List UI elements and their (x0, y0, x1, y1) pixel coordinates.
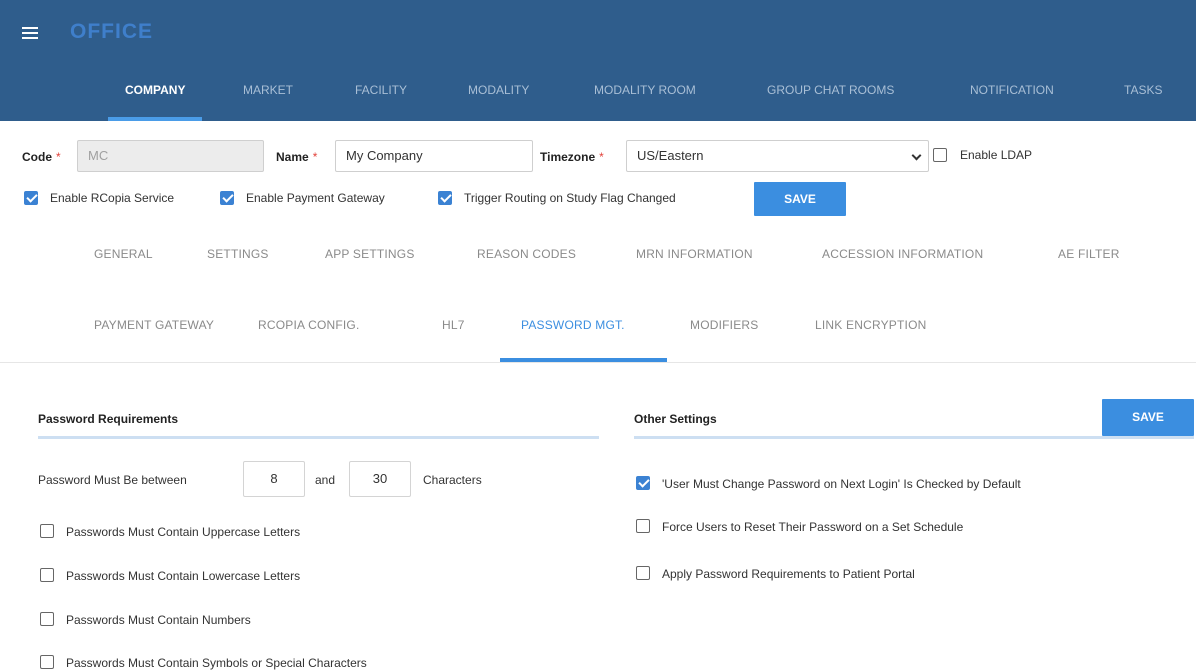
numbers-checkbox[interactable] (40, 612, 54, 626)
subtab-modifiers[interactable]: MODIFIERS (690, 318, 758, 332)
uppercase-checkbox[interactable] (40, 524, 54, 538)
enable-ldap-checkbox[interactable] (933, 148, 947, 162)
subtab-divider (0, 362, 1196, 363)
enable-payment-gateway-checkbox[interactable] (220, 191, 234, 205)
length-and-text: and (315, 473, 336, 487)
tab-market[interactable]: MARKET (243, 76, 293, 121)
lowercase-label: Passwords Must Contain Lowercase Letters (66, 569, 301, 583)
symbols-checkbox[interactable] (40, 655, 54, 669)
tab-company[interactable]: COMPANY (107, 76, 204, 121)
code-label: Code * (22, 150, 61, 164)
lowercase-checkbox[interactable] (40, 568, 54, 582)
min-length-input[interactable]: 8 (243, 461, 305, 497)
subtab-reason-codes[interactable]: REASON CODES (477, 247, 576, 261)
subtab-ae-filter[interactable]: AE FILTER (1058, 247, 1120, 261)
subtab-general[interactable]: GENERAL (94, 247, 153, 261)
subtab-rcopia-config[interactable]: RCOPIA CONFIG. (258, 318, 359, 332)
top-navigation-bar: OFFICE COMPANY MARKET FACILITY MODALITY … (0, 0, 1196, 121)
password-settings-save-button[interactable]: SAVE (1102, 399, 1194, 436)
trigger-routing-label: Trigger Routing on Study Flag Changed (464, 191, 676, 205)
enable-rcopia-checkbox[interactable] (24, 191, 38, 205)
hamburger-menu-icon[interactable] (22, 27, 38, 39)
trigger-routing-checkbox[interactable] (438, 191, 452, 205)
subtab-password-mgt[interactable]: PASSWORD MGT. (521, 318, 625, 332)
subtab-link-encryption[interactable]: LINK ENCRYPTION (815, 318, 926, 332)
enable-payment-gateway-label: Enable Payment Gateway (246, 191, 385, 205)
enable-rcopia-label: Enable RCopia Service (50, 191, 175, 205)
name-label: Name * (276, 150, 318, 164)
tab-notification[interactable]: NOTIFICATION (970, 76, 1054, 121)
numbers-label: Passwords Must Contain Numbers (66, 613, 251, 627)
timezone-select[interactable]: US/Eastern (626, 140, 929, 172)
timezone-value: US/Eastern (637, 148, 704, 163)
subtab-settings[interactable]: SETTINGS (207, 247, 269, 261)
tab-facility[interactable]: FACILITY (355, 76, 407, 121)
other-settings-title: Other Settings (634, 412, 717, 426)
max-length-input[interactable]: 30 (349, 461, 411, 497)
symbols-label: Passwords Must Contain Symbols or Specia… (66, 656, 367, 670)
company-save-button[interactable]: SAVE (754, 182, 846, 216)
tab-group-chat-rooms[interactable]: GROUP CHAT ROOMS (767, 76, 894, 121)
subtab-mrn-information[interactable]: MRN INFORMATION (636, 247, 753, 261)
patient-portal-label: Apply Password Requirements to Patient P… (662, 567, 915, 581)
password-requirements-rule (38, 436, 599, 439)
enable-ldap-label: Enable LDAP (960, 148, 1033, 162)
subtab-app-settings[interactable]: APP SETTINGS (325, 247, 415, 261)
main-tabs: COMPANY MARKET FACILITY MODALITY MODALIT… (0, 76, 1196, 121)
tab-modality-room[interactable]: MODALITY ROOM (594, 76, 696, 121)
force-reset-label: Force Users to Reset Their Password on a… (662, 520, 964, 534)
subtab-accession-information[interactable]: ACCESSION INFORMATION (822, 247, 983, 261)
subtab-payment-gateway[interactable]: PAYMENT GATEWAY (94, 318, 214, 332)
change-password-default-label: 'User Must Change Password on Next Login… (662, 477, 1021, 491)
timezone-label: Timezone * (540, 150, 604, 164)
other-settings-rule (634, 436, 1194, 439)
chevron-down-icon (911, 150, 922, 161)
uppercase-label: Passwords Must Contain Uppercase Letters (66, 525, 301, 539)
tab-tasks[interactable]: TASKS (1124, 76, 1162, 121)
code-field[interactable]: MC (77, 140, 264, 172)
password-requirements-title: Password Requirements (38, 412, 179, 426)
subtab-hl7[interactable]: HL7 (442, 318, 465, 332)
patient-portal-checkbox[interactable] (636, 566, 650, 580)
name-field[interactable]: My Company (335, 140, 533, 172)
force-reset-checkbox[interactable] (636, 519, 650, 533)
change-password-default-checkbox[interactable] (636, 476, 650, 490)
length-prefix-text: Password Must Be between (38, 473, 187, 487)
app-title: OFFICE (70, 20, 153, 43)
length-suffix-text: Characters (423, 473, 482, 487)
tab-modality[interactable]: MODALITY (468, 76, 529, 121)
